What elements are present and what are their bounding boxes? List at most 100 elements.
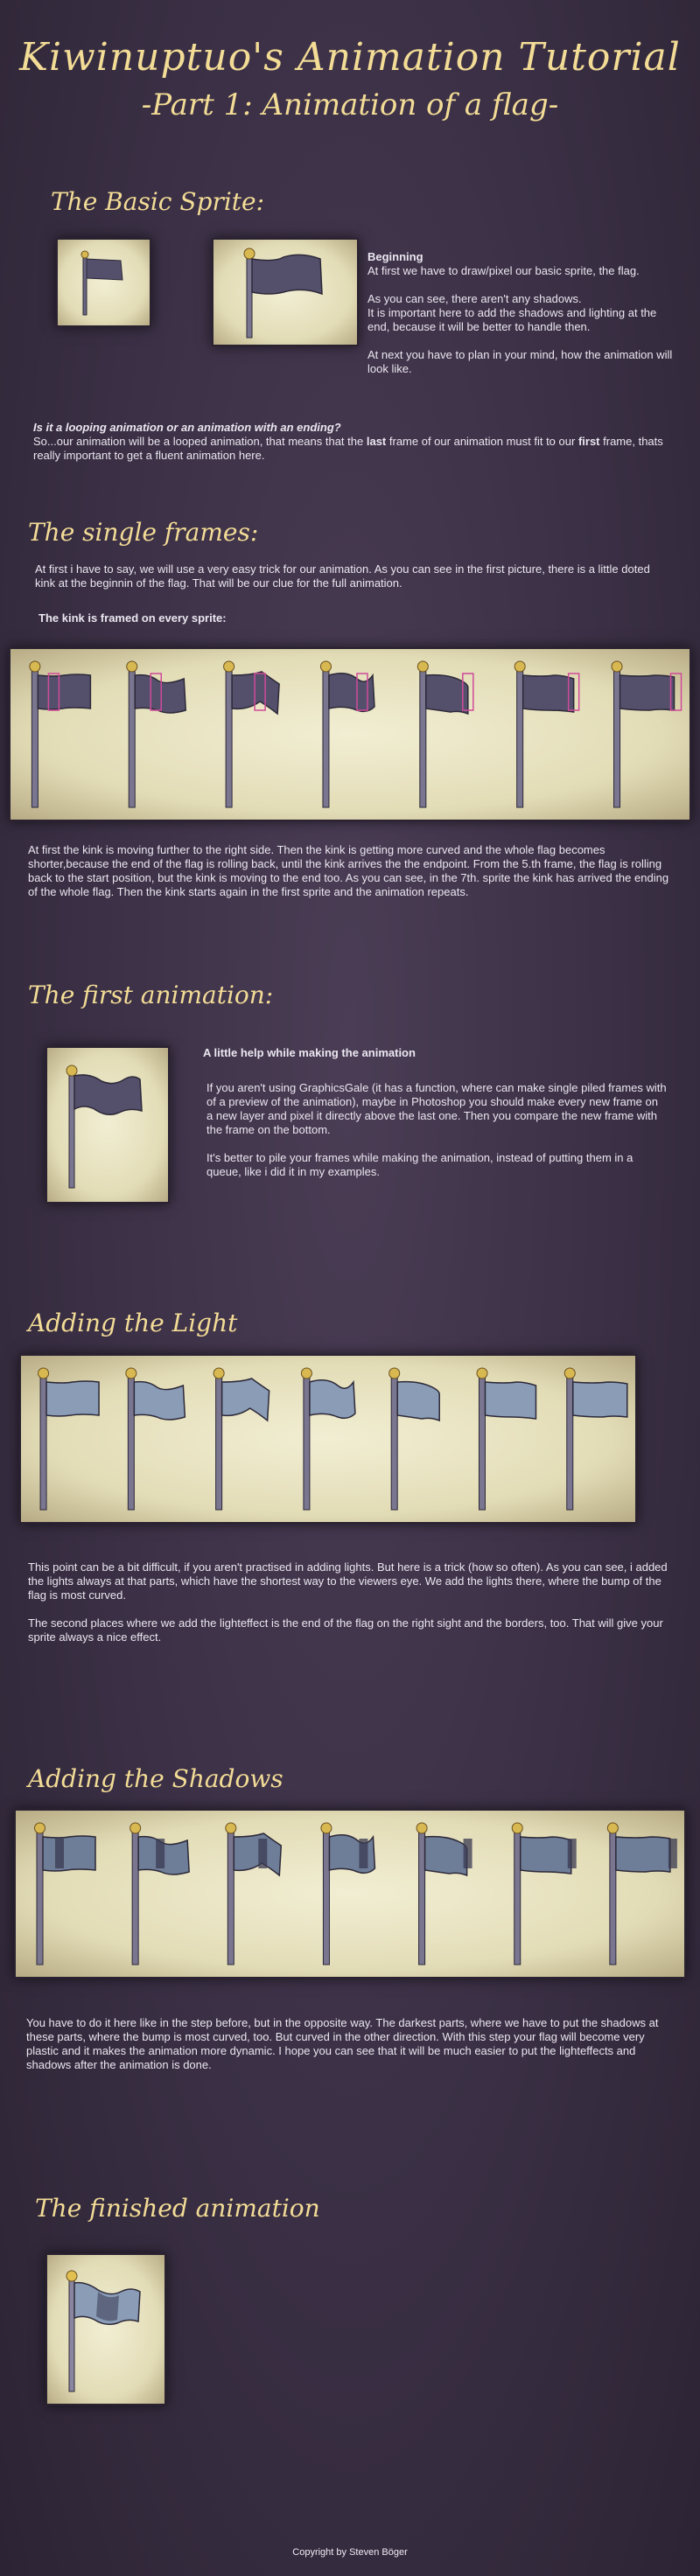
light-sprites — [38, 1367, 628, 1511]
answer-part-1: So...our animation will be a looped anim… — [33, 435, 364, 448]
flag-frame-3 — [213, 1367, 270, 1511]
section-heading-adding-light: Adding the Light — [28, 1309, 238, 1337]
flag-cloth — [220, 1378, 270, 1422]
single-frames-sprites — [29, 660, 682, 808]
flag-shadow — [55, 1839, 65, 1868]
looping-question-block: Is it a looping animation or an animatio… — [33, 421, 663, 463]
flag-pole — [390, 1376, 398, 1511]
page-subtitle: -Part 1: Animation of a flag- — [141, 87, 559, 122]
flag-frame-3 — [223, 660, 280, 808]
flag-frame-5 — [416, 1822, 472, 1965]
flag-frame-1 — [29, 660, 92, 808]
flag-frame-6 — [511, 1822, 577, 1965]
flag-shadow — [567, 1839, 577, 1868]
basic-sprite-p3: At next you have to plan in your mind, h… — [368, 348, 673, 375]
flag-pole — [566, 1376, 574, 1511]
flag-sprite-small — [80, 250, 123, 316]
flag-pole — [31, 669, 38, 808]
looping-question: Is it a looping animation or an animatio… — [33, 421, 341, 434]
pole-knob — [514, 660, 526, 673]
flag-sprite-finished — [66, 2270, 141, 2392]
flag-pole — [514, 1831, 522, 1965]
flag-shadow — [359, 1839, 368, 1868]
flag-pole — [322, 669, 330, 808]
flag-shadow — [258, 1839, 268, 1868]
section-heading-basic-sprite: The Basic Sprite: — [51, 187, 265, 216]
pole-knob — [606, 1822, 619, 1834]
basic-sprite-large-frame — [212, 238, 359, 346]
pole-knob — [511, 1822, 523, 1834]
flag-frame-4 — [320, 1822, 376, 1965]
flag-cloth — [233, 1833, 283, 1877]
first-animation-p1: If you aren't using GraphicsGale (it has… — [206, 1081, 667, 1136]
pole-knob — [611, 660, 623, 673]
pole-knob — [300, 1367, 312, 1379]
page-title: Kiwinuptuo's Animation Tutorial — [19, 35, 681, 80]
pole-knob — [34, 1822, 46, 1834]
flag-pole — [322, 1831, 330, 1965]
flag-pole — [127, 1376, 135, 1511]
basic-sprite-p1: At first we have to draw/pixel our basic… — [368, 264, 640, 277]
single-frames-strip — [9, 647, 691, 821]
pole-knob — [213, 1367, 225, 1379]
basic-sprite-small-frame — [56, 238, 151, 327]
flag-cloth — [615, 1836, 671, 1873]
pole-knob — [225, 1822, 237, 1834]
kink-label: The kink is framed on every sprite: — [38, 611, 227, 625]
pole-knob — [38, 1367, 50, 1379]
flag-cloth — [619, 674, 676, 711]
single-frames-intro: At first i have to say, we will use a ve… — [35, 562, 650, 590]
pole-knob — [223, 660, 235, 673]
flag-shadow — [463, 1839, 472, 1868]
flag-cloth — [134, 674, 187, 714]
answer-part-2: frame of our animation must fit to our — [388, 435, 576, 448]
flag-pole — [215, 1376, 223, 1511]
flag-pole — [227, 1831, 234, 1965]
help-title: A little help while making the animation — [203, 1046, 416, 1059]
answer-first: first — [578, 435, 600, 448]
flag-frame-1 — [38, 1367, 100, 1511]
section-heading-adding-shadows: Adding the Shadows — [28, 1764, 284, 1793]
section-heading-finished-animation: The finished animation — [35, 2194, 320, 2223]
flag-cloth — [396, 1380, 440, 1422]
pole-knob — [125, 1367, 137, 1379]
flag-cloth — [309, 1379, 356, 1420]
basic-sprite-text: Beginning At first we have to draw/pixel… — [368, 250, 674, 390]
flag-frame-2 — [125, 1367, 186, 1511]
flag-frame-5 — [388, 1367, 440, 1511]
flag-pole — [478, 1376, 486, 1511]
flag-cloth — [519, 1836, 572, 1874]
flag-cloth — [46, 1380, 100, 1417]
flag-pole — [418, 1831, 426, 1965]
flag-cloth — [424, 1835, 468, 1877]
shadows-text: You have to do it here like in the step … — [26, 2016, 659, 2071]
flag-frame-3 — [225, 1822, 283, 1965]
first-animation-frame — [46, 1046, 170, 1204]
looping-answer: So...our animation will be a looped anim… — [33, 435, 663, 463]
flag-sprite-large — [243, 248, 323, 339]
pole-knob — [416, 1822, 428, 1834]
flag-cloth — [37, 674, 92, 710]
flag-cloth — [484, 1381, 537, 1420]
flag-pole — [36, 1831, 44, 1965]
basic-sprite-p2a: As you can see, there aren't any shadows… — [368, 292, 582, 305]
flag-cloth — [328, 1834, 376, 1874]
flag-pole — [39, 1376, 47, 1511]
flag-frame-7 — [606, 1822, 677, 1965]
shadow-sprites — [34, 1822, 677, 1965]
shadow-frames-strip — [14, 1809, 686, 1979]
light-p1: This point can be a bit difficult, if yo… — [28, 1560, 668, 1602]
flag-frame-6 — [476, 1367, 537, 1511]
pole-knob — [388, 1367, 401, 1379]
light-p2: The second places where we add the light… — [28, 1616, 663, 1644]
section-heading-first-animation: The first animation: — [28, 981, 274, 1009]
flag-frame-4 — [319, 660, 375, 808]
flag-pole — [128, 669, 136, 808]
single-frames-description: At first the kink is moving further to t… — [28, 843, 669, 898]
first-animation-text: A little help while making the animation… — [203, 1046, 667, 1193]
first-animation-p2: It's better to pile your frames while ma… — [206, 1151, 634, 1178]
flag-pole — [613, 669, 621, 808]
flag-pole — [609, 1831, 617, 1965]
flag-frame-5 — [416, 660, 474, 808]
copyright: Copyright by Steven Böger — [292, 2547, 408, 2558]
